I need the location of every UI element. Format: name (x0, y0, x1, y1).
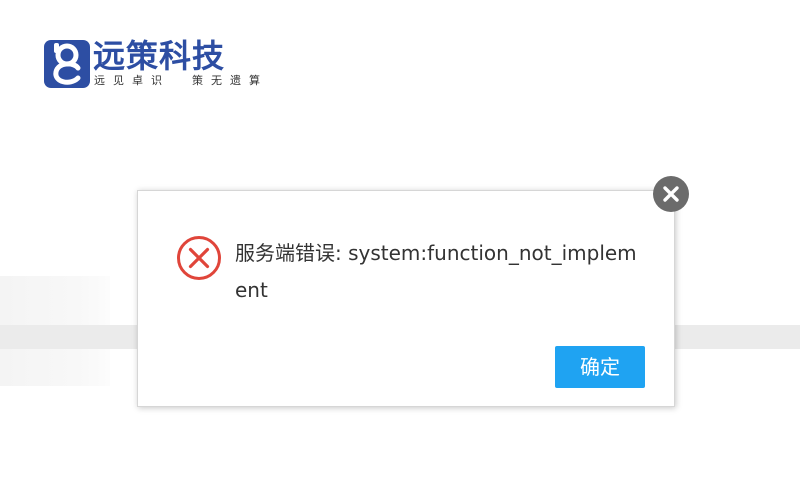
error-circle-icon (176, 235, 222, 281)
slogan-part-1: 远 见 卓 识 (94, 74, 170, 88)
slogan-char: 卓 (132, 74, 143, 87)
dialog-message: 服务端错误: system:function_not_implement (235, 241, 637, 302)
slogan-char: 远 (94, 74, 105, 87)
error-dialog: 服务端错误: system:function_not_implement 确定 (137, 190, 675, 407)
brand-logo: 远策科技 远 见 卓 识 策 无 遗 算 (44, 37, 274, 90)
slogan-char: 算 (249, 74, 260, 87)
confirm-button[interactable]: 确定 (555, 346, 645, 388)
slogan-char: 遗 (230, 74, 241, 87)
brand-slogan: 远 见 卓 识 策 无 遗 算 (94, 74, 268, 88)
slogan-char: 见 (113, 74, 124, 87)
slogan-char: 识 (151, 74, 162, 87)
page-background: 远策科技 远 见 卓 识 策 无 遗 算 服务端错误: system:funct… (0, 0, 800, 500)
slogan-char: 策 (192, 74, 203, 87)
slogan-char: 无 (211, 74, 222, 87)
dialog-close-button[interactable] (653, 176, 689, 212)
yc-brand-logo-icon (44, 40, 90, 88)
slogan-part-2: 策 无 遗 算 (192, 74, 268, 88)
brand-name: 远策科技 (93, 37, 226, 75)
